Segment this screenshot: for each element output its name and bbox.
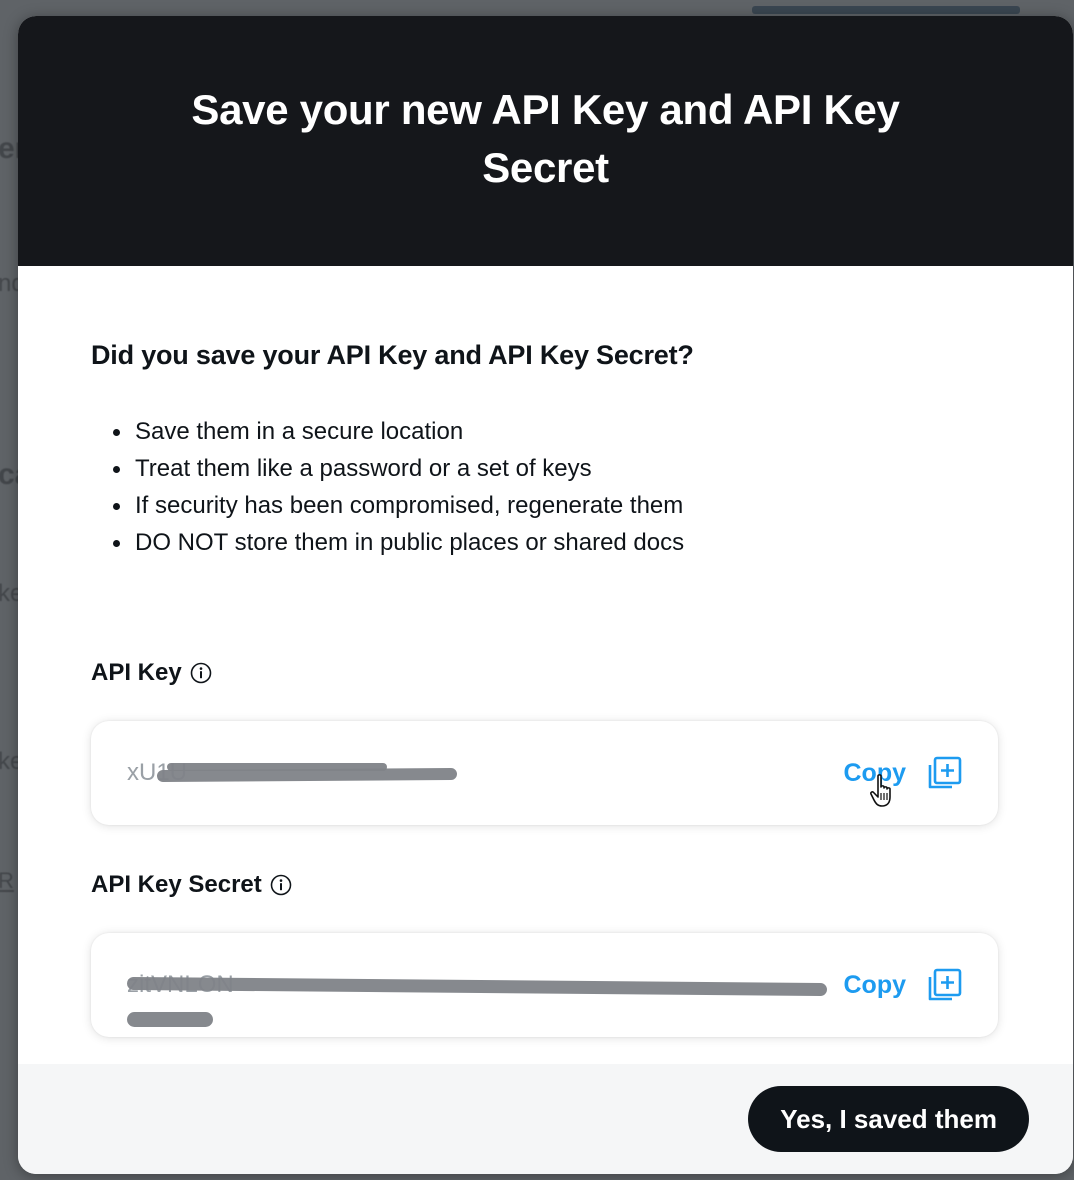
modal-header: Save your new API Key and API Key Secret [18,16,1073,266]
modal-footer: Yes, I saved them [18,1064,1073,1174]
api-key-value[interactable]: xU1U [127,759,457,787]
background-topbar [752,6,1020,14]
modal-body: Did you save your API Key and API Key Se… [18,266,1073,1037]
api-key-box: xU1U Copy [91,721,998,825]
tip-item: Save them in a secure location [109,413,1000,450]
redaction-mark [167,763,387,771]
api-key-secret-box: zitVNLON Copy [91,933,998,1037]
api-key-secret-value[interactable]: zitVNLON [126,970,828,1027]
info-icon[interactable] [270,874,292,896]
api-key-copy-group: Copy [844,753,965,793]
copy-icon[interactable] [924,965,964,1005]
tips-list: Save them in a secure location Treat the… [91,413,1000,561]
confirm-saved-button[interactable]: Yes, I saved them [748,1086,1029,1152]
tip-item: If security has been compromised, regene… [109,487,1000,524]
background-text: R [0,868,14,893]
api-key-secret-label: API Key Secret [91,871,262,898]
modal-title: Save your new API Key and API Key Secret [191,86,900,191]
save-question: Did you save your API Key and API Key Se… [91,340,694,370]
copy-api-key-secret-button[interactable]: Copy [844,971,907,1000]
api-key-secret-copy-group: Copy [844,965,965,1005]
redaction-mark [127,1012,213,1027]
hand-pointer-icon [869,773,899,809]
api-key-modal: Save your new API Key and API Key Secret… [18,16,1073,1174]
info-icon[interactable] [190,662,212,684]
api-key-secret-label-row: API Key Secret [91,871,1000,899]
api-key-label: API Key [91,659,182,686]
tip-item: DO NOT store them in public places or sh… [109,524,1000,561]
copy-icon[interactable] [924,753,964,793]
tip-item: Treat them like a password or a set of k… [109,450,1000,487]
api-key-label-row: API Key [91,659,1000,687]
